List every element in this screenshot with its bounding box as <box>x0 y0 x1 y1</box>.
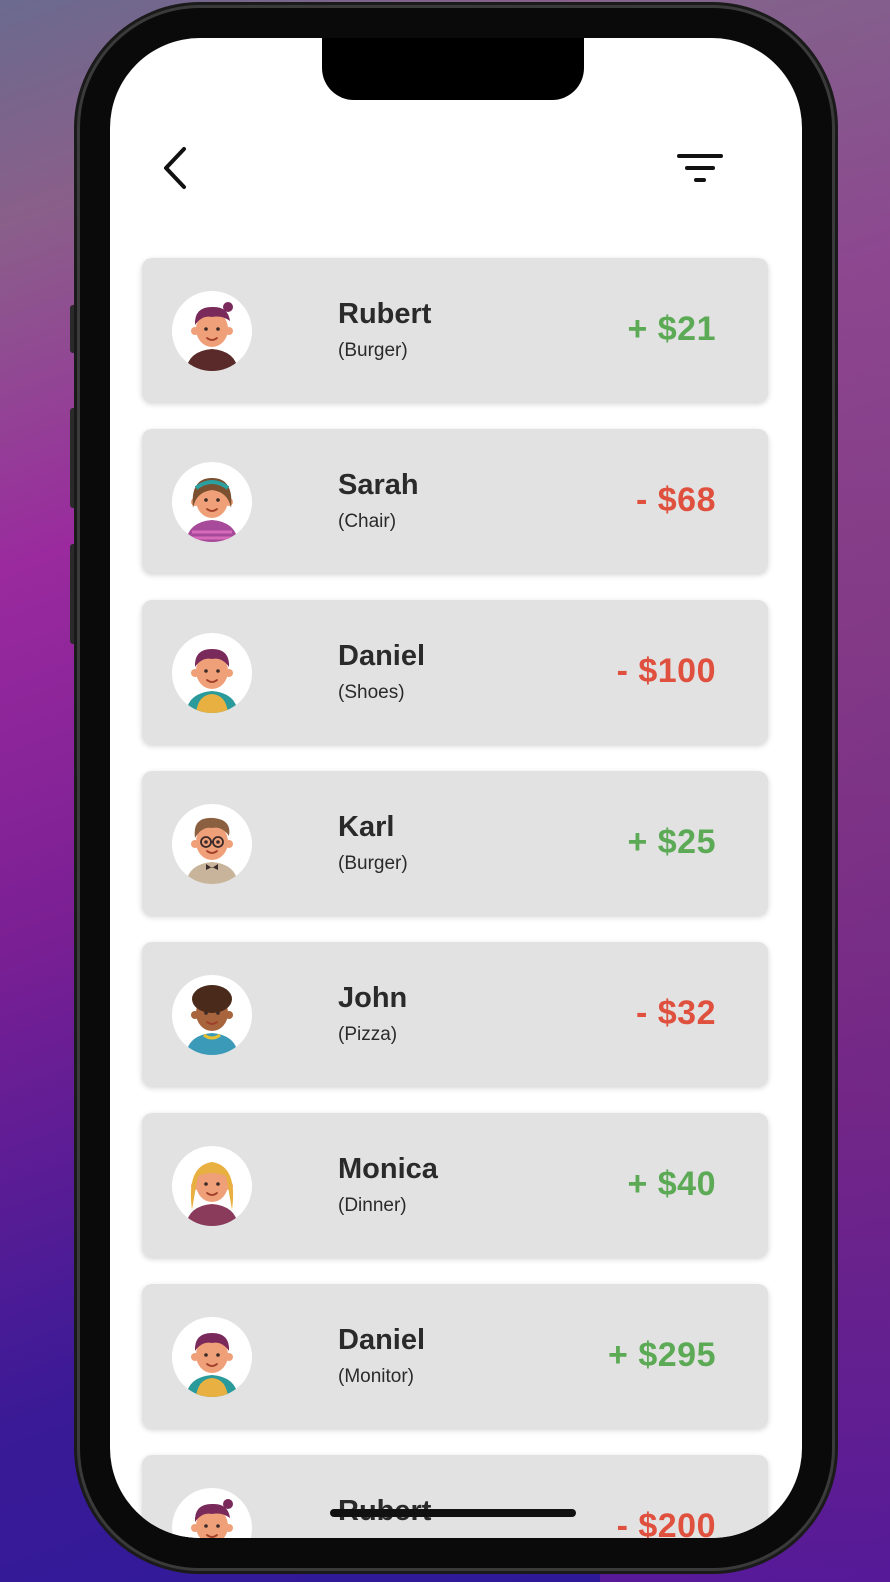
item-label: (Shoes) <box>338 682 405 703</box>
person-name: Sarah <box>338 469 419 501</box>
transaction-card[interactable]: Daniel (Shoes) - $100 <box>142 600 768 744</box>
item-label: (Pizza) <box>338 1024 398 1045</box>
volume-down-button <box>70 544 78 644</box>
avatar-purple-hair-boy <box>172 1488 252 1538</box>
avatar-boy-curly-hair <box>172 975 252 1055</box>
home-indicator[interactable] <box>330 1509 576 1517</box>
item-label: (Monitor) <box>338 1366 415 1387</box>
amount-value: - $32 <box>636 994 716 1032</box>
amount-value: + $40 <box>627 1165 716 1203</box>
person-name: John <box>338 982 408 1014</box>
app-screen: Rubert (Burger) + $21 Sarah (Chair) - $68 Da… <box>110 38 802 1538</box>
transaction-card[interactable]: Karl (Burger) + $25 <box>142 771 768 915</box>
avatar-boy-yellow-shirt <box>172 633 252 713</box>
filter-button[interactable] <box>670 138 730 198</box>
transaction-card[interactable]: Rubert (Burger) + $21 <box>142 258 768 402</box>
phone-frame: Rubert (Burger) + $21 Sarah (Chair) - $68 Da… <box>80 8 832 1568</box>
avatar-girl-blonde <box>172 1146 252 1226</box>
item-label: (Burger) <box>338 853 408 874</box>
avatar-boy-yellow-shirt <box>172 1317 252 1397</box>
person-name: Rubert <box>338 298 432 330</box>
transaction-list: Rubert (Burger) + $21 Sarah (Chair) - $68 Da… <box>142 258 770 1538</box>
person-name: Daniel <box>338 1324 426 1356</box>
amount-value: + $21 <box>627 310 716 348</box>
filter-icon <box>677 154 723 182</box>
person-name: Karl <box>338 811 395 843</box>
transaction-card[interactable]: Sarah (Chair) - $68 <box>142 429 768 573</box>
person-name: Monica <box>338 1153 438 1185</box>
item-label: (Chair) <box>338 511 397 532</box>
back-button[interactable] <box>150 138 200 198</box>
avatar-boy-glasses <box>172 804 252 884</box>
amount-value: - $68 <box>636 481 716 519</box>
transaction-card[interactable]: Rubert- $200 <box>142 1455 768 1538</box>
amount-value: - $200 <box>616 1507 716 1538</box>
chevron-left-icon <box>164 147 186 189</box>
item-label: (Dinner) <box>338 1195 407 1216</box>
mute-switch <box>70 305 78 353</box>
transaction-card[interactable]: Monica (Dinner) + $40 <box>142 1113 768 1257</box>
avatar-girl-headband <box>172 462 252 542</box>
transaction-card[interactable]: John (Pizza) - $32 <box>142 942 768 1086</box>
person-name: Daniel <box>338 640 426 672</box>
amount-value: + $295 <box>608 1336 716 1374</box>
volume-up-button <box>70 408 78 508</box>
avatar-purple-hair-boy <box>172 291 252 371</box>
amount-value: + $25 <box>627 823 716 861</box>
notch <box>322 38 584 100</box>
transaction-card[interactable]: Daniel (Monitor) + $295 <box>142 1284 768 1428</box>
amount-value: - $100 <box>616 652 716 690</box>
item-label: (Burger) <box>338 340 408 361</box>
